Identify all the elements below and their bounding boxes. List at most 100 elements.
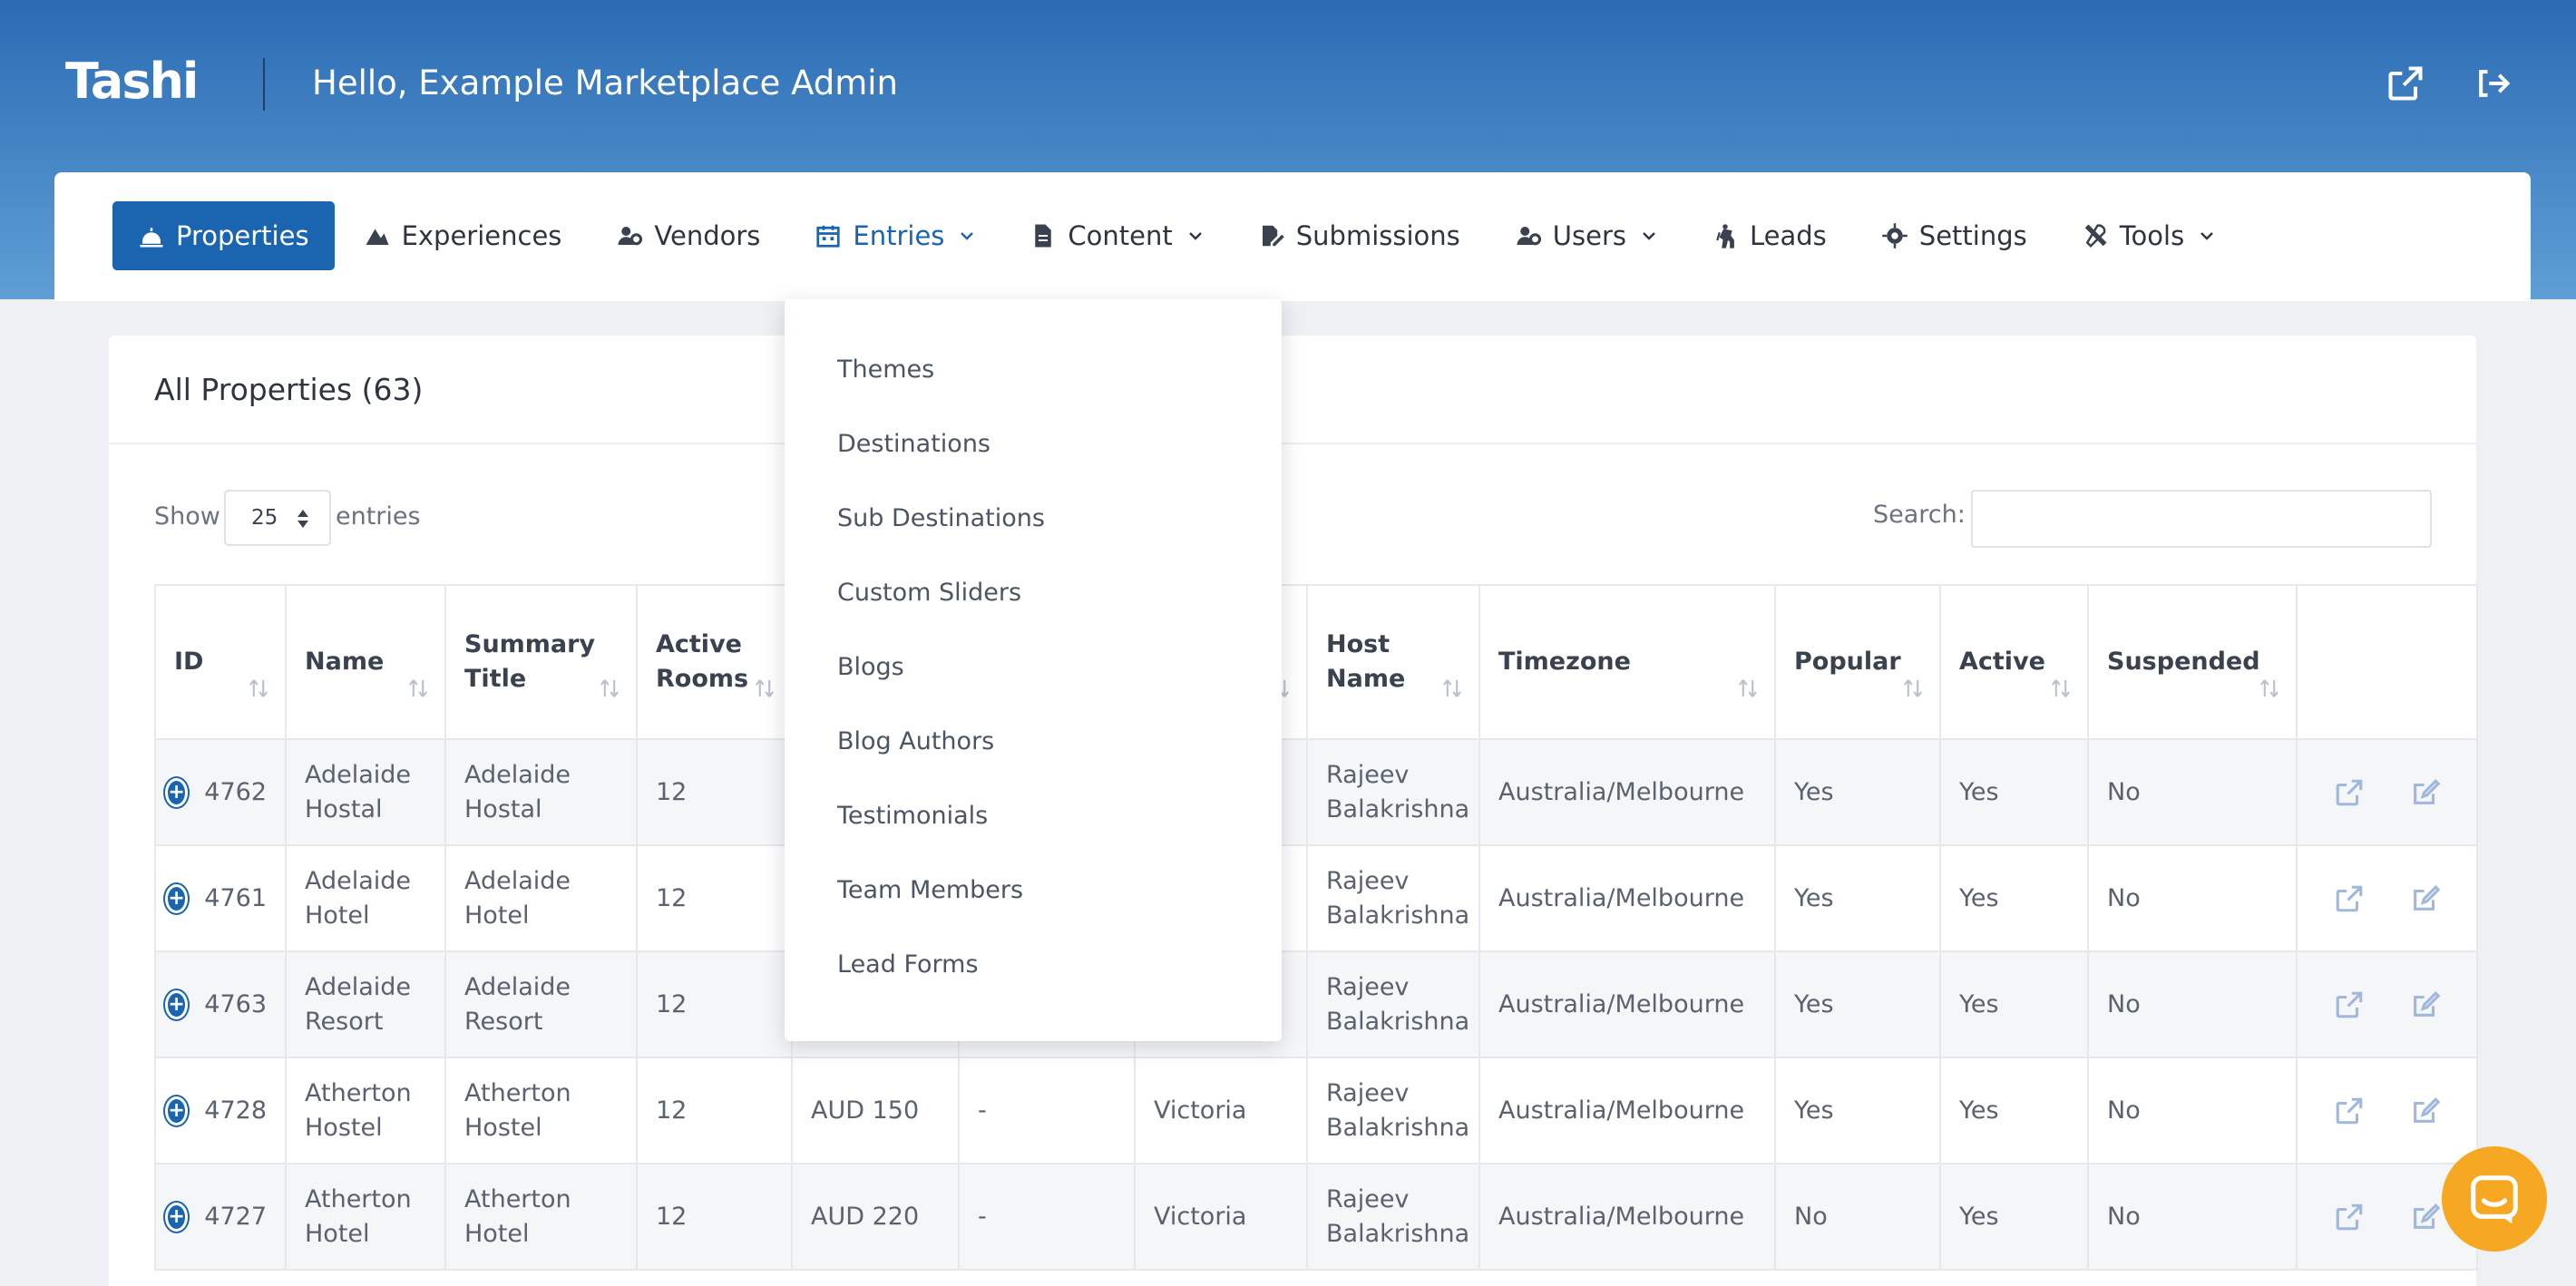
sort-icon[interactable]: [598, 677, 621, 700]
menu-item-blogs[interactable]: Blogs: [837, 653, 904, 681]
hiker-icon: [1716, 224, 1734, 248]
cell-value: Australia/Melbourne: [1498, 989, 1745, 1018]
edit-icon[interactable]: [2410, 883, 2441, 914]
sort-icon[interactable]: [1736, 677, 1760, 700]
search-label: Search:: [1873, 501, 1966, 529]
card-title: All Properties (63): [154, 372, 424, 407]
search-input[interactable]: [1971, 490, 2432, 548]
menu-item-destinations[interactable]: Destinations: [837, 430, 990, 458]
column-header[interactable]: Popular: [1774, 584, 1941, 740]
menu-item-themes[interactable]: Themes: [837, 356, 934, 384]
nav-item-tools[interactable]: Tools: [2056, 201, 2240, 270]
view-external-icon[interactable]: [2334, 1096, 2365, 1126]
table-cell: No: [2087, 844, 2298, 952]
menu-item-sub-destinations[interactable]: Sub Destinations: [837, 504, 1045, 532]
nav-label: Content: [1068, 220, 1173, 251]
cell-value: No: [2107, 777, 2141, 806]
expand-row-icon[interactable]: +: [165, 883, 189, 913]
view-external-icon[interactable]: [2334, 1202, 2365, 1232]
edit-icon[interactable]: [2410, 989, 2441, 1020]
menu-item-lead-forms[interactable]: Lead Forms: [837, 950, 979, 979]
table-cell: No: [2087, 950, 2298, 1058]
table-row[interactable]: +4728 Atherton Hostel Atherton Hostel 12 AUD…: [154, 1057, 2478, 1164]
nav-label: Users: [1552, 220, 1626, 251]
menu-item-team-members[interactable]: Team Members: [837, 876, 1023, 904]
nav-item-settings[interactable]: Settings: [1856, 201, 2053, 270]
column-header[interactable]: Name: [285, 584, 446, 740]
table-cell: Rajeev Balakrishna: [1306, 844, 1480, 952]
nav-item-leads[interactable]: Leads: [1686, 201, 1852, 270]
edit-icon[interactable]: [2410, 1202, 2441, 1232]
sign-out-icon[interactable]: [2473, 63, 2513, 103]
nav-item-experiences[interactable]: Experiences: [338, 201, 588, 270]
column-header[interactable]: Active: [1939, 584, 2089, 740]
edit-file-icon: [1262, 225, 1284, 247]
table-cell: +4761: [154, 844, 287, 952]
row-actions: [2296, 738, 2478, 846]
nav-item-properties[interactable]: Properties: [112, 201, 335, 270]
table-cell: Yes: [1939, 738, 2089, 846]
expand-row-icon[interactable]: +: [165, 1096, 189, 1125]
cell-value: Adelaide Hotel: [305, 866, 412, 930]
view-external-icon[interactable]: [2334, 777, 2365, 808]
cell-value: AUD 150: [811, 1096, 920, 1125]
edit-icon[interactable]: [2410, 777, 2441, 808]
cell-value: -: [978, 1096, 987, 1125]
page-length-select[interactable]: 25: [224, 490, 331, 546]
table-cell: 12: [636, 950, 793, 1058]
nav-label: Settings: [1918, 220, 2027, 251]
users-gear-icon: [1517, 227, 1541, 246]
menu-item-blog-authors[interactable]: Blog Authors: [837, 727, 994, 755]
table-row[interactable]: +4763 Adelaide Resort Adelaide Resort 12 Raj…: [154, 950, 2478, 1058]
nav-item-entries[interactable]: Entries: [789, 201, 1000, 270]
view-external-icon[interactable]: [2334, 989, 2365, 1020]
nav-item-vendors[interactable]: Vendors: [590, 201, 785, 270]
cell-value: Australia/Melbourne: [1498, 777, 1745, 806]
column-header[interactable]: [2296, 584, 2478, 740]
table-cell: 12: [636, 844, 793, 952]
expand-row-icon[interactable]: +: [165, 1202, 189, 1232]
cell-value: 4727: [204, 1202, 267, 1231]
menu-item-custom-sliders[interactable]: Custom Sliders: [837, 579, 1021, 607]
column-header[interactable]: ID: [154, 584, 287, 740]
nav-item-content[interactable]: Content: [1004, 201, 1228, 270]
table-row[interactable]: +4761 Adelaide Hotel Adelaide Hotel 12 Rajee…: [154, 844, 2478, 952]
nav-item-submissions[interactable]: Submissions: [1233, 201, 1486, 270]
column-header[interactable]: Summary Title: [444, 584, 638, 740]
cell-value: Atherton Hostel: [464, 1078, 571, 1142]
menu-item-testimonials[interactable]: Testimonials: [837, 802, 988, 830]
sort-icon[interactable]: [406, 677, 430, 700]
column-header[interactable]: Timezone: [1478, 584, 1776, 740]
column-header[interactable]: Host Name: [1306, 584, 1480, 740]
chat-launcher-button[interactable]: [2442, 1146, 2547, 1252]
column-header-label: Name: [305, 648, 385, 676]
column-header[interactable]: Active Rooms: [636, 584, 793, 740]
calendar-icon: [816, 225, 841, 248]
sort-arrows-icon: [298, 510, 308, 528]
sort-icon[interactable]: [753, 677, 776, 700]
sort-icon[interactable]: [1440, 677, 1464, 700]
external-link-icon[interactable]: [2386, 63, 2425, 103]
expand-row-icon[interactable]: +: [165, 777, 189, 807]
cell-value: Yes: [1794, 777, 1834, 806]
table-row[interactable]: +4762 Adelaide Hostal Adelaide Hostal 12 Raj…: [154, 738, 2478, 846]
view-external-icon[interactable]: [2334, 883, 2365, 914]
table-cell: Atherton Hostel: [285, 1057, 446, 1164]
sort-icon[interactable]: [247, 677, 270, 700]
table-row[interactable]: +4727 Atherton Hotel Atherton Hotel 12 AUD 2…: [154, 1163, 2478, 1271]
logo[interactable]: Tashi: [65, 53, 199, 110]
table-cell: Yes: [1939, 1057, 2089, 1164]
column-header-label: ID: [174, 648, 204, 676]
nav-item-users[interactable]: Users: [1489, 201, 1683, 270]
header-divider: [263, 58, 265, 111]
column-header[interactable]: Suspended: [2087, 584, 2298, 740]
cell-value: 12: [656, 989, 688, 1018]
table-cell: Atherton Hotel: [444, 1163, 638, 1271]
sort-icon[interactable]: [2049, 677, 2073, 700]
properties-table: ID Name Summary Title Active Rooms Host Name…: [154, 584, 2478, 1271]
cell-value: 12: [656, 883, 688, 912]
edit-icon[interactable]: [2410, 1096, 2441, 1126]
expand-row-icon[interactable]: +: [165, 989, 189, 1019]
sort-icon[interactable]: [1901, 677, 1925, 700]
sort-icon[interactable]: [2258, 677, 2281, 700]
